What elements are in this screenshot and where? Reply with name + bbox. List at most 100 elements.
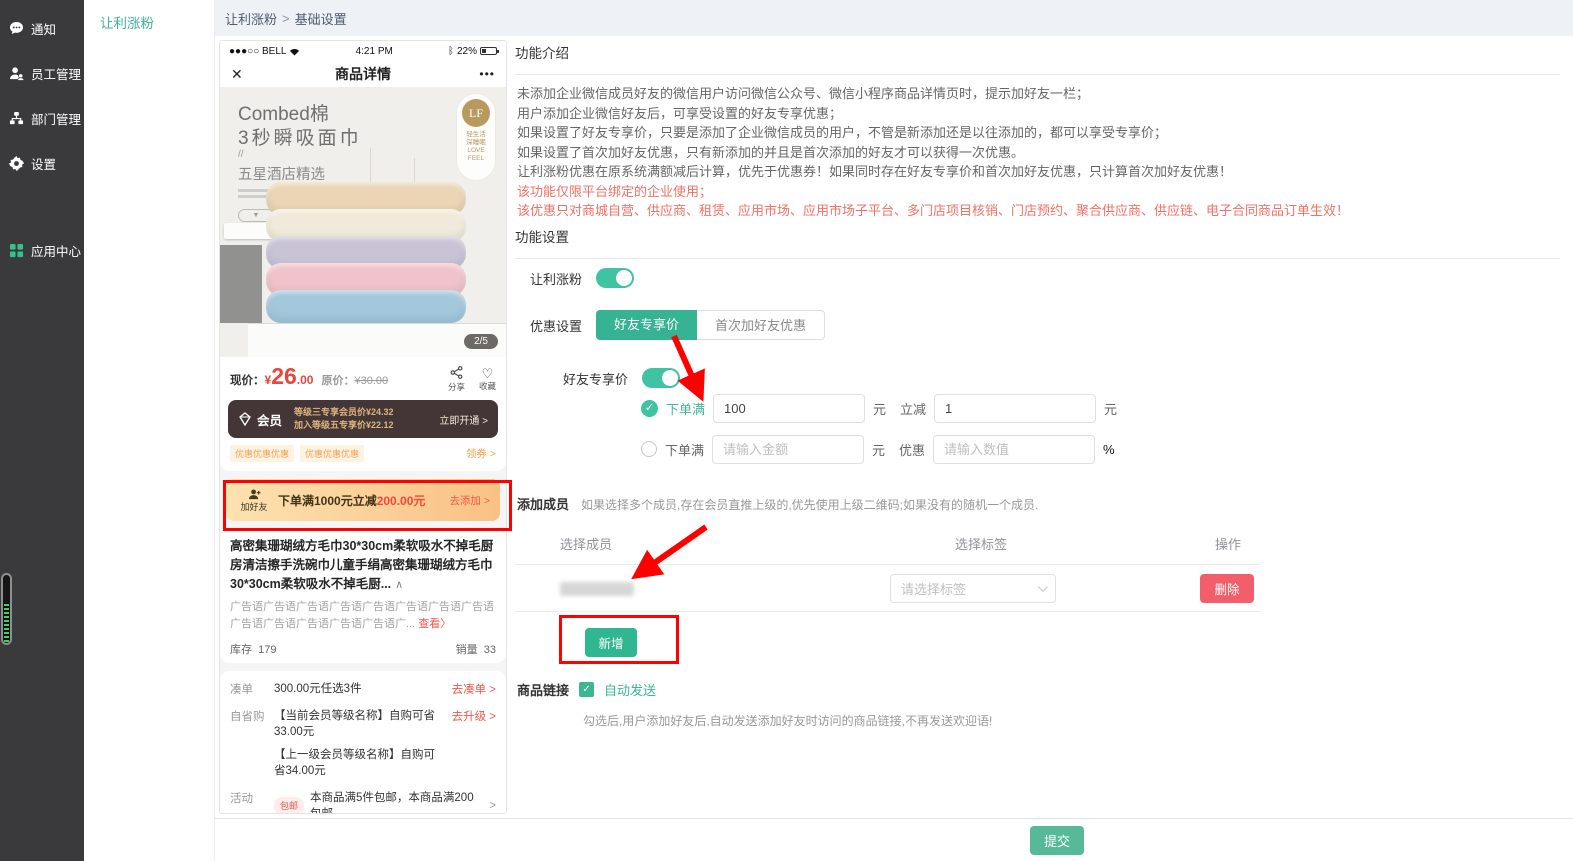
chevron-right-icon[interactable]: > [489,798,496,814]
member-diamond-icon [238,412,252,426]
get-coupon-link[interactable]: 领券 > [466,446,496,461]
view-more-link[interactable]: 查看〉 [418,618,451,630]
friend-price-toggle[interactable] [642,368,680,388]
breadcrumb-parent[interactable]: 让利涨粉 [225,9,277,28]
go-upgrade-link[interactable]: 去升级 > [452,708,496,724]
primary-sidebar: 通知 员工管理 部门管理 设置 应用中心 [0,0,84,861]
order-min-label: 下单满 [665,440,704,459]
share-button[interactable]: 分享 [448,366,465,392]
favorite-label: 收藏 [479,381,496,391]
tag-select-placeholder: 请选择标签 [901,579,966,598]
intro-warning-line: 该优惠只对商城自营、供应商、租赁、应用市场、应用市场子平台、多门店项目核销、门店… [517,201,1349,221]
product-hero-image: Combed棉 3秒瞬吸面巾 // 五星酒店精选 ▼ LF 轻生活 深睡眠 [220,87,506,357]
activity-label: 活动 [230,790,274,806]
settings-panel: 功能介绍 未添加企业微信成员好友的微信用户访问微信公众号、微信小程序商品详情页时… [515,36,1560,818]
selfbuy-line-1: 【当前会员等级名称】自购可省33.00元 [274,708,446,740]
add-members-row: 添加成员 如果选择多个成员,存在会员直推上级的,优先使用上级二维码;如果没有的随… [517,494,1038,513]
brand-sub-text: LOVE [457,147,495,155]
more-icon[interactable]: ••• [465,67,495,81]
discount-percent-input[interactable] [933,435,1095,464]
original-price-value: ¥30.00 [354,375,388,387]
member-line-1: 等级三专享会员价¥24.32 [294,406,439,419]
order-amount-input[interactable] [713,394,865,423]
intro-text: 未添加企业微信成员好友的微信用户访问微信公众号、微信小程序商品详情页时，提示加好… [517,84,1349,221]
promo-rows-section: 凑单 300.00元任选3件 去凑单 > 自省购 【当前会员等级名称】自购可省3… [220,671,506,814]
phone-nav-bar: ✕ 商品详情 ••• [220,61,506,87]
sidebar-item-label: 应用中心 [31,241,81,260]
breadcrumb-separator: > [282,11,290,26]
rangli-label: 让利涨粉 [530,269,582,288]
sidebar-item-employee-management[interactable]: 员工管理 [0,51,84,96]
phone-status-bar: ●●●○○ BELL 4:21 PM ᛒ 22% [220,41,506,61]
member-name-redacted [560,582,634,596]
submit-button[interactable]: 提交 [1030,826,1084,855]
radio-unchecked-icon[interactable] [641,441,657,457]
sales-label: 销量 [456,644,478,656]
coudan-text: 300.00元任选3件 [274,681,446,697]
go-coudan-link[interactable]: 去凑单 > [452,681,496,697]
coupon-tag: 优惠优惠优惠 [230,445,294,462]
hero-text-4: 五星酒店精选 [238,163,325,184]
unit-yuan: 元 [873,399,886,418]
product-link-row: 商品链接 ✓ 自动发送 [517,680,656,699]
footer-bar: 提交 [215,818,1573,861]
price-decimal: .00 [297,373,314,387]
intro-line: 如果设置了好友专享价，只要是添加了企业微信成员的用户，不管是新添加还是以往添加的… [517,123,1349,143]
sidebar-item-label: 设置 [31,154,56,173]
selfbuy-label: 自省购 [230,708,274,724]
brand-logo: LF [462,99,490,127]
go-add-friend-link[interactable]: 去添加 > [449,493,490,508]
share-icon [448,366,465,382]
favorite-button[interactable]: ♡ 收藏 [479,366,496,392]
sidebar-item-settings[interactable]: 设置 [0,141,84,186]
add-friend-banner[interactable]: 加好友 下单满1000元立减200.00元 去添加 > [226,479,500,521]
sales-value: 33 [484,644,496,656]
main-panel: ●●●○○ BELL 4:21 PM ᛒ 22% ✕ 商品详情 • [215,36,1573,861]
friend-price-label: 好友专享价 [563,369,628,388]
member-table-row: 请选择标签 删除 [515,564,1260,612]
submenu-item-rangli[interactable]: 让利涨粉 [84,0,214,32]
brand-sub-text: 轻生活 [457,131,495,139]
product-ad-text: 广告语广告语广告语广告语广告语广告语广告语广告语广告语广告语广告语广告语广告语广… [230,601,494,630]
add-members-note: 如果选择多个成员,存在会员直推上级的,优先使用上级二维码;如果没有的随机一个成员… [581,496,1038,513]
reduce-amount-input[interactable] [934,394,1096,423]
price-label: 现价： [230,375,265,387]
price-row: 现价：¥26.00原价：¥30.00 分享 ♡ 收藏 [220,357,506,396]
add-member-button[interactable]: 新增 [585,628,637,657]
intro-line: 用户添加企业微信好友后，可享受设置的好友专享优惠； [517,104,1349,124]
tag-select[interactable]: 请选择标签 [890,574,1056,603]
tag-free-shipping: 包邮 [274,797,304,814]
intro-line: 未添加企业微信成员好友的微信用户访问微信公众号、微信小程序商品详情页时，提示加好… [517,84,1349,104]
radio-checked-icon[interactable]: ✓ [641,400,658,417]
sidebar-item-department-management[interactable]: 部门管理 [0,96,84,141]
battery-fill [4,603,9,642]
member-banner[interactable]: 会员 等级三专享会员价¥24.32 加入等级五专享价¥22.12 立即开通 > [228,400,498,438]
member-badge-label: 会员 [257,410,282,429]
order-amount-input-2[interactable] [712,435,864,464]
heart-icon: ♡ [479,366,496,381]
phone-product-section: ●●●○○ BELL 4:21 PM ᛒ 22% ✕ 商品详情 • [220,41,506,471]
discount-setting-row: 优惠设置 好友专享价 首次加好友优惠 [530,310,825,340]
discount-percent-label: 优惠 [899,440,925,459]
selfbuy-row: 自省购 【当前会员等级名称】自购可省33.00元 【上一级会员等级名称】自购可省… [230,708,496,779]
column-select-tag: 选择标签 [955,534,1007,553]
tab-first-add-discount[interactable]: 首次加好友优惠 [697,310,825,340]
delete-member-button[interactable]: 删除 [1200,574,1254,603]
discount-label: 优惠设置 [530,316,582,335]
app-grid-icon [9,243,24,258]
clock-label: 4:21 PM [356,46,393,57]
sidebar-item-notifications[interactable]: 通知 [0,6,84,51]
member-open-link[interactable]: 立即开通 > [439,412,488,427]
carrier-label: ●●●○○ BELL [229,46,286,57]
battery-percent: 22% [457,46,477,57]
close-icon[interactable]: ✕ [231,66,261,83]
battery-icon [480,47,497,55]
collapse-icon[interactable]: ∧ [395,579,403,591]
tab-friend-price[interactable]: 好友专享价 [596,310,697,340]
intro-warning-line: 该功能仅限平台绑定的企业使用； [517,182,1349,202]
order-amount-rule-row-1: ✓ 下单满 元 立减 元 [641,393,1117,423]
product-link-note: 勾选后,用户添加好友后,自动发送添加好友时访问的商品链接,不再发送欢迎语! [583,712,992,729]
rangli-toggle[interactable] [596,268,634,288]
sidebar-item-app-center[interactable]: 应用中心 [0,228,84,273]
auto-send-checkbox[interactable]: ✓ [579,682,594,697]
